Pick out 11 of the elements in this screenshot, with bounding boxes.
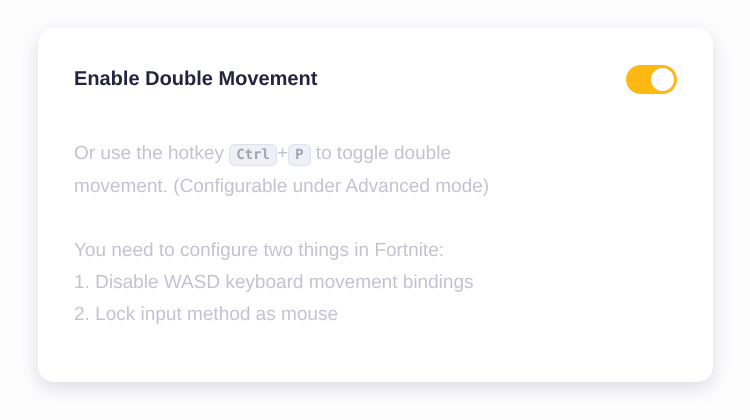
hint-text: to toggle double — [316, 143, 452, 164]
plus-sign: + — [276, 143, 288, 164]
setting-title: Enable Double Movement — [74, 67, 318, 92]
hint-text: movement. (Configurable under Advanced mode) — [74, 175, 490, 199]
instruction-text: You need to configure two things in Fortnite: — [74, 239, 446, 263]
key-cap: Ctrl — [229, 144, 277, 166]
instruction-text: 1. Disable WASD keyboard movement bindings — [74, 271, 475, 295]
toggle-switch[interactable] — [626, 64, 677, 94]
key-cap: P — [288, 144, 311, 166]
instruction-text: 2. Lock input method as mouse — [74, 303, 340, 327]
hint-text: Or use the hotkey — [74, 143, 224, 164]
